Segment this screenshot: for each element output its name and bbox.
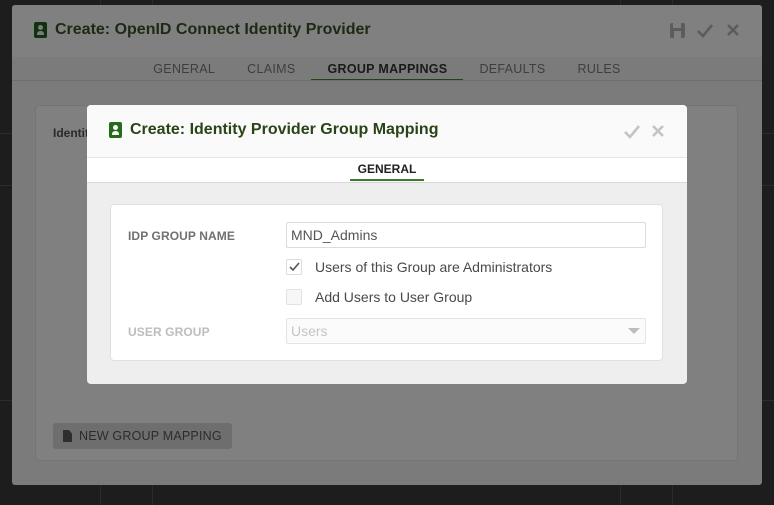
user-group-label: USER GROUP bbox=[128, 325, 210, 339]
add-users-checkbox-row[interactable]: Add Users to User Group bbox=[286, 289, 472, 305]
group-mapping-modal: Create: Identity Provider Group Mapping … bbox=[87, 105, 687, 384]
outer-dialog-title: Create: OpenID Connect Identity Provider bbox=[34, 21, 371, 39]
panel-title: Identit bbox=[53, 126, 89, 140]
idp-group-name-label: IDP GROUP NAME bbox=[128, 229, 235, 243]
close-icon[interactable] bbox=[724, 21, 742, 39]
tab-general[interactable]: GENERAL bbox=[137, 61, 231, 81]
outer-tabbar: GENERAL CLAIMS GROUP MAPPINGS DEFAULTS R… bbox=[12, 61, 762, 81]
add-users-checkbox[interactable] bbox=[286, 289, 302, 305]
new-group-mapping-label: NEW GROUP MAPPING bbox=[79, 429, 222, 443]
document-icon bbox=[63, 430, 72, 442]
outer-dialog-header: Create: OpenID Connect Identity Provider bbox=[12, 5, 762, 57]
admin-checkbox-label: Users of this Group are Administrators bbox=[315, 259, 553, 275]
user-group-select[interactable]: Users bbox=[286, 318, 646, 344]
tab-defaults[interactable]: DEFAULTS bbox=[463, 61, 561, 81]
id-card-icon bbox=[34, 22, 47, 38]
mapping-form: IDP GROUP NAME MND_Admins Users of this … bbox=[110, 204, 663, 361]
id-card-icon bbox=[109, 122, 122, 138]
user-group-value: Users bbox=[291, 323, 328, 339]
modal-tabbar: GENERAL bbox=[87, 157, 687, 183]
checkmark-icon bbox=[288, 262, 300, 272]
modal-actions bbox=[623, 122, 667, 140]
new-group-mapping-button[interactable]: NEW GROUP MAPPING bbox=[53, 423, 232, 449]
tab-claims[interactable]: CLAIMS bbox=[231, 61, 311, 81]
outer-title-text: Create: OpenID Connect Identity Provider bbox=[55, 21, 371, 38]
tab-general[interactable]: GENERAL bbox=[350, 162, 424, 181]
modal-title-text: Create: Identity Provider Group Mapping bbox=[130, 121, 439, 138]
close-icon[interactable] bbox=[649, 122, 667, 140]
confirm-icon[interactable] bbox=[623, 122, 641, 140]
admin-checkbox-row[interactable]: Users of this Group are Administrators bbox=[286, 259, 552, 275]
add-users-checkbox-label: Add Users to User Group bbox=[315, 289, 473, 305]
outer-dialog-actions bbox=[668, 21, 742, 39]
save-icon[interactable] bbox=[668, 21, 686, 39]
admin-checkbox[interactable] bbox=[286, 259, 302, 275]
chevron-down-icon bbox=[628, 328, 640, 334]
idp-group-name-input[interactable]: MND_Admins bbox=[286, 222, 646, 248]
modal-header: Create: Identity Provider Group Mapping bbox=[87, 105, 687, 157]
tab-group-mappings[interactable]: GROUP MAPPINGS bbox=[311, 61, 464, 81]
tabbar-divider bbox=[12, 80, 762, 81]
confirm-icon[interactable] bbox=[696, 21, 714, 39]
tab-rules[interactable]: RULES bbox=[562, 61, 637, 81]
modal-title: Create: Identity Provider Group Mapping bbox=[109, 121, 438, 139]
